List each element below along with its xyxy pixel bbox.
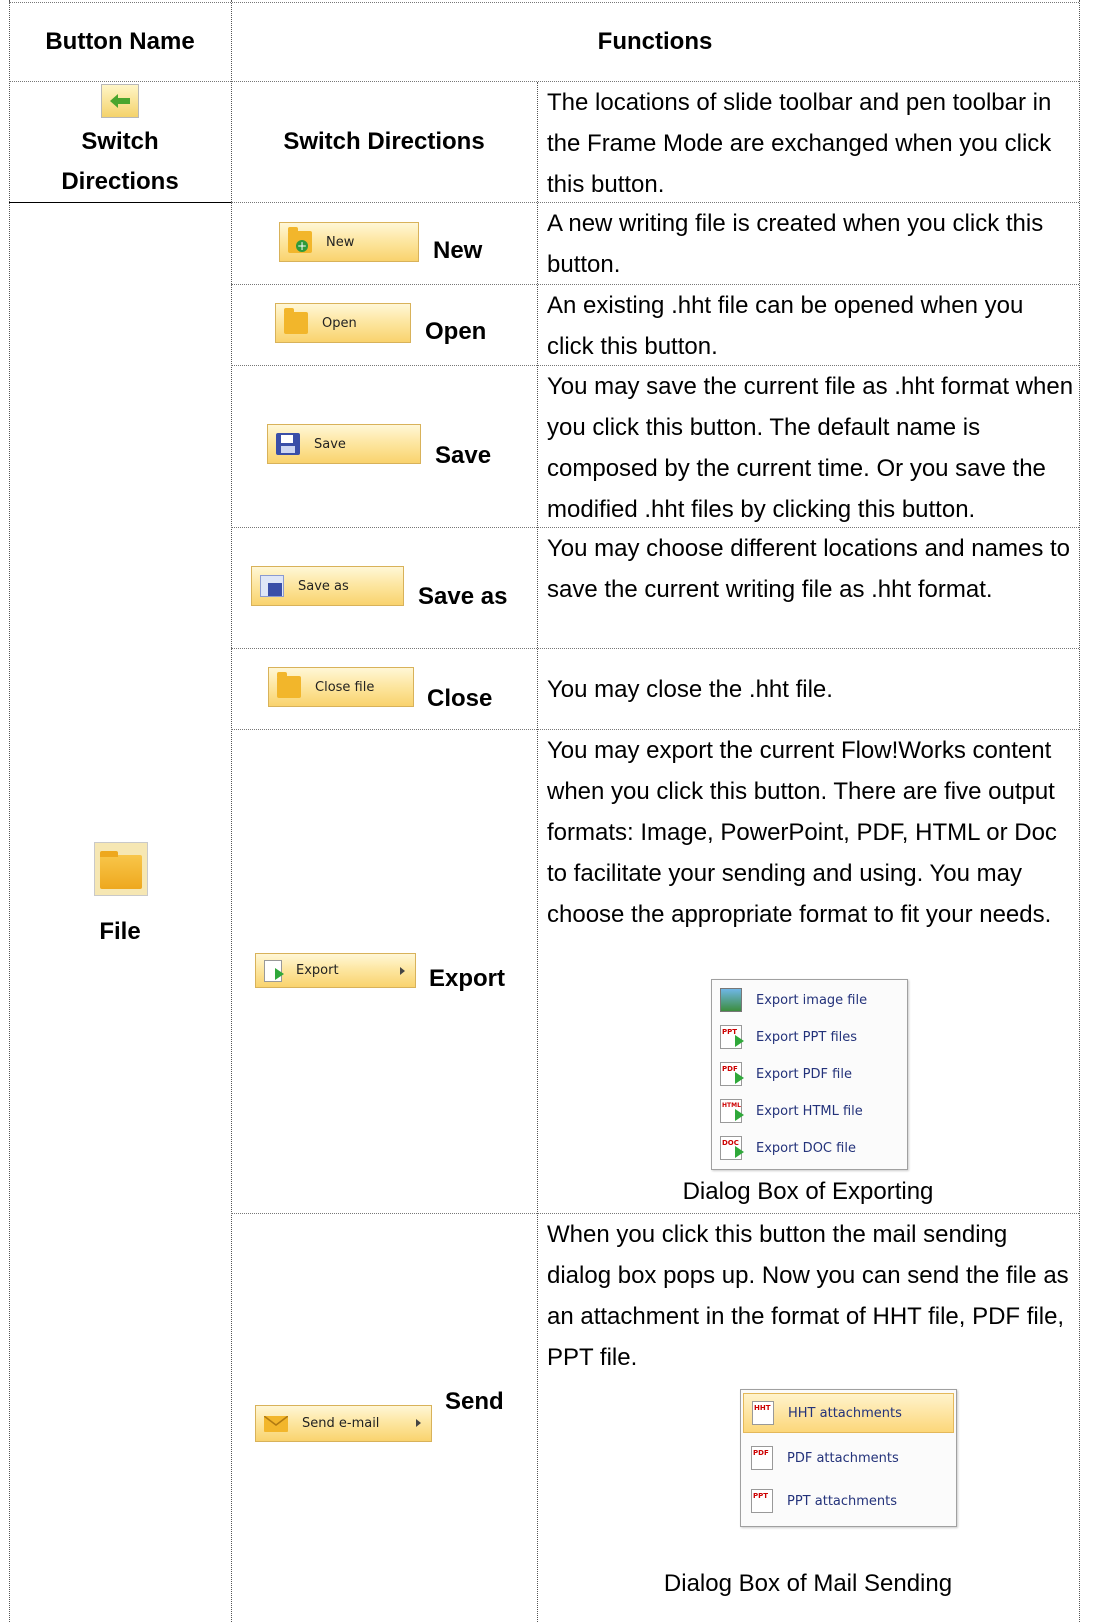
pdf-attachments-item[interactable]: PDF PDF attachments xyxy=(743,1438,956,1478)
export-doc-label: Export DOC file xyxy=(756,1140,856,1156)
mail-dialog-caption: Dialog Box of Mail Sending xyxy=(663,1570,953,1597)
send-email-button-label: Send e-mail xyxy=(302,1416,380,1431)
open-description: An existing .hht file can be opened when… xyxy=(547,292,1024,360)
open-folder-icon xyxy=(284,308,308,334)
doc-file-icon: DOC xyxy=(720,1136,744,1160)
close-label: Close xyxy=(427,685,493,712)
table-divider-col1 xyxy=(231,0,232,1622)
export-button[interactable]: Export xyxy=(255,953,416,988)
table-divider-col2 xyxy=(537,82,538,1622)
switch-description: The locations of slide toolbar and pen t… xyxy=(547,89,1052,198)
green-left-arrow-icon xyxy=(101,84,139,118)
submenu-arrow-icon xyxy=(400,967,405,975)
close-description: You may close the .hht file. xyxy=(547,676,833,703)
new-button-label: New xyxy=(326,234,355,250)
pdf-file-icon: PDF xyxy=(720,1062,744,1086)
send-email-button[interactable]: Send e-mail xyxy=(255,1405,432,1442)
open-button-label: Open xyxy=(322,315,357,331)
table-border-top xyxy=(9,2,1079,3)
close-file-icon xyxy=(277,672,301,698)
export-pdf-item[interactable]: PDF Export PDF file xyxy=(712,1056,907,1092)
pdf-attachments-label: PDF attachments xyxy=(787,1450,899,1466)
export-doc-icon xyxy=(264,959,284,982)
save-as-button-label: Save as xyxy=(298,578,349,594)
export-image-item[interactable]: Export image file xyxy=(712,982,907,1018)
save-description: You may save the current file as .hht fo… xyxy=(547,373,1074,523)
new-description: A new writing file is created when you c… xyxy=(547,210,1044,278)
new-label: New xyxy=(433,237,483,264)
floppy-disk-icon xyxy=(276,433,300,455)
hht-attachment-icon: HHT xyxy=(752,1401,774,1425)
close-file-button-label: Close file xyxy=(315,679,375,695)
switch-name-line1: Switch xyxy=(81,128,159,155)
hht-attachments-item[interactable]: HHT HHT attachments xyxy=(743,1393,954,1433)
export-doc-item[interactable]: DOC Export DOC file xyxy=(712,1130,907,1166)
export-button-label: Export xyxy=(296,963,339,978)
pdf-attachment-icon: PDF xyxy=(751,1446,773,1470)
header-functions: Functions xyxy=(597,28,713,55)
export-label: Export xyxy=(429,965,506,992)
save-as-button[interactable]: Save as xyxy=(251,566,404,606)
image-file-icon xyxy=(720,988,742,1012)
switch-name-line2: Directions xyxy=(61,168,179,195)
new-file-icon: + xyxy=(288,227,312,253)
save-as-icon xyxy=(260,575,284,597)
ppt-file-icon: PPT xyxy=(720,1025,744,1049)
close-file-button[interactable]: Close file xyxy=(268,667,414,707)
ppt-attachments-label: PPT attachments xyxy=(787,1493,898,1509)
save-button[interactable]: Save xyxy=(267,424,421,464)
export-pdf-label: Export PDF file xyxy=(756,1066,852,1082)
manual-page: Button Name Functions Switch Directions … xyxy=(0,0,1113,1622)
header-button-name: Button Name xyxy=(45,28,195,55)
switch-directions-label: Switch Directions xyxy=(283,128,485,155)
export-ppt-item[interactable]: PPT Export PPT files xyxy=(712,1019,907,1055)
table-border-left xyxy=(9,0,10,1622)
ppt-attachments-item[interactable]: PPT PPT attachments xyxy=(743,1481,956,1521)
switch-row-divider-left xyxy=(9,202,231,203)
file-group-name: File xyxy=(99,918,141,945)
export-dialog: Export image file PPT Export PPT files P… xyxy=(711,979,908,1170)
send-description: When you click this button the mail send… xyxy=(547,1221,1069,1371)
save-label: Save xyxy=(435,442,492,469)
export-html-item[interactable]: HTML Export HTML file xyxy=(712,1093,907,1129)
save-button-label: Save xyxy=(314,436,346,452)
html-file-icon: HTML xyxy=(720,1099,744,1123)
export-ppt-label: Export PPT files xyxy=(756,1029,858,1045)
export-html-label: Export HTML file xyxy=(756,1103,863,1119)
hht-attachments-label: HHT attachments xyxy=(788,1405,902,1421)
table-border-right xyxy=(1079,0,1080,1622)
save-as-description: You may choose different locations and n… xyxy=(547,535,1071,603)
export-description: You may export the current Flow!Works co… xyxy=(547,737,1057,928)
save-as-label: Save as xyxy=(418,583,508,610)
row-divider-saveas xyxy=(231,648,1079,649)
open-button[interactable]: Open xyxy=(275,303,411,343)
new-button[interactable]: + New xyxy=(279,222,419,262)
open-label: Open xyxy=(425,318,487,345)
folder-icon xyxy=(94,842,148,896)
envelope-icon xyxy=(264,1415,288,1432)
export-image-label: Export image file xyxy=(756,992,868,1008)
mail-sending-dialog: HHT HHT attachments PDF PDF attachments … xyxy=(740,1389,957,1527)
send-label: Send xyxy=(445,1388,504,1415)
export-dialog-caption: Dialog Box of Exporting xyxy=(682,1178,934,1205)
submenu-arrow-icon xyxy=(416,1419,421,1427)
ppt-attachment-icon: PPT xyxy=(751,1489,773,1513)
